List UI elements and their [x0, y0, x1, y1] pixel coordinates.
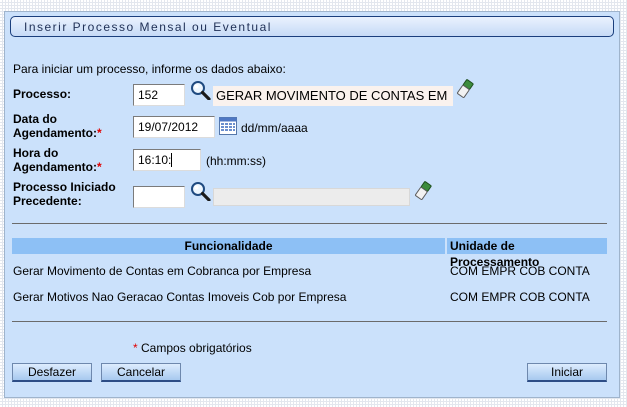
required-fields-note: * Campos obrigatórios — [133, 341, 252, 355]
data-agendamento-label: Data do Agendamento:* — [13, 112, 102, 140]
processo-label: Processo: — [13, 87, 72, 101]
hora-agendamento-input[interactable]: 16:10: — [133, 149, 201, 171]
column-header-funcionalidade: Funcionalidade — [12, 238, 445, 254]
row-funcionalidade: Gerar Movimento de Contas em Cobranca po… — [13, 264, 312, 278]
data-agendamento-input[interactable]: 19/07/2012 — [133, 116, 215, 138]
column-header-unidade: Unidade de Processamento — [447, 238, 607, 269]
hora-agendamento-value: 16:10: — [138, 153, 172, 167]
window-title: Inserir Processo Mensal ou Eventual — [24, 20, 272, 34]
processo-precedente-search-icon[interactable] — [190, 181, 212, 204]
processo-clear-eraser-icon[interactable] — [456, 79, 474, 102]
hora-agendamento-required-mark: * — [97, 160, 102, 174]
row-unidade: COM EMPR COB CONTA — [450, 264, 590, 278]
data-format-hint: dd/mm/aaaa — [241, 121, 308, 135]
processo-description: GERAR MOVIMENTO DE CONTAS EM — [213, 86, 453, 106]
required-mark: * — [133, 341, 138, 355]
calendar-icon[interactable] — [219, 117, 237, 138]
processo-precedente-description — [213, 188, 410, 206]
processo-input[interactable]: 152 — [133, 84, 185, 106]
processo-precedente-label: Processo Iniciado Precedente: — [13, 180, 116, 208]
data-agendamento-required-mark: * — [97, 126, 102, 140]
divider-bottom — [12, 321, 607, 322]
processo-precedente-input[interactable] — [133, 186, 185, 208]
row-unidade: COM EMPR COB CONTA — [450, 290, 590, 304]
row-funcionalidade: Gerar Motivos Nao Geracao Contas Imoveis… — [13, 290, 347, 304]
iniciar-button[interactable]: Iniciar — [527, 363, 607, 382]
hora-agendamento-label: Hora do Agendamento:* — [13, 146, 102, 174]
form-panel: Inserir Processo Mensal ou Eventual Para… — [4, 11, 620, 398]
hora-format-hint: (hh:mm:ss) — [206, 154, 266, 168]
text-caret — [171, 153, 172, 167]
divider-top — [12, 223, 607, 224]
desfazer-button[interactable]: Desfazer — [12, 363, 92, 382]
title-bar: Inserir Processo Mensal ou Eventual — [10, 16, 614, 37]
processo-precedente-clear-eraser-icon[interactable] — [414, 181, 432, 204]
instructions-text: Para iniciar um processo, informe os dad… — [13, 62, 286, 76]
cancelar-button[interactable]: Cancelar — [101, 363, 181, 382]
processo-search-icon[interactable] — [190, 80, 212, 103]
